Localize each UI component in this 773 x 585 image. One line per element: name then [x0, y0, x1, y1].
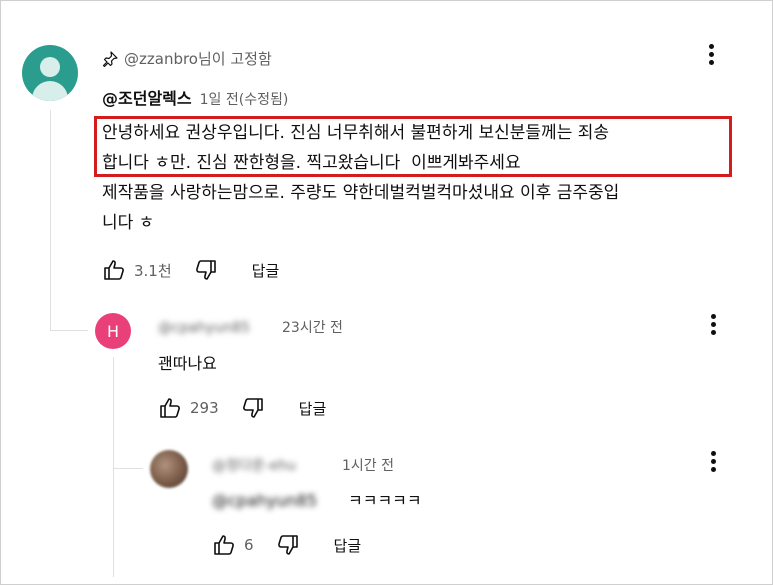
comment-header: @조던알렉스 1일 전(수정됨) [102, 85, 288, 109]
reply-author[interactable]: @cpahyun85 [158, 320, 282, 336]
comment-line-4: 니다 ㅎ [102, 213, 155, 233]
reply-header: @정다운-ehu 1시간 전 [212, 455, 394, 475]
like-button[interactable] [102, 258, 126, 282]
reply-actions: 293 답글 [158, 396, 326, 420]
reply-mention[interactable]: @cpahyun85 [212, 491, 342, 510]
more-actions-button[interactable] [708, 314, 718, 335]
reply-button[interactable]: 답글 [334, 535, 362, 556]
pinned-by-text: @zzanbro님이 고정함 [124, 50, 272, 68]
reply-actions: 6 답글 [212, 533, 361, 557]
reply-button[interactable]: 답글 [252, 260, 280, 281]
like-count: 293 [190, 399, 219, 417]
avatar-letter: H [106, 321, 120, 341]
thumbs-up-icon [214, 535, 234, 555]
dislike-button[interactable] [241, 396, 265, 420]
reply-author[interactable]: @정다운-ehu [212, 455, 342, 475]
thumbs-down-icon [195, 260, 216, 280]
pinned-label: @zzanbro님이 고정함 [102, 48, 272, 69]
like-button[interactable] [158, 396, 182, 420]
reply-header: @cpahyun85 23시간 전 [158, 317, 343, 337]
like-count: 3.1천 [134, 261, 172, 280]
pin-icon [102, 50, 118, 67]
reply-text: ㅋㅋㅋㅋㅋ [348, 491, 422, 510]
kebab-icon [708, 451, 718, 472]
dislike-button[interactable] [276, 533, 300, 557]
reply-timestamp[interactable]: 23시간 전 [282, 317, 343, 337]
avatar[interactable] [22, 45, 78, 101]
comment-line-3: 제작품을 사랑하는맘으로. 주량도 약한데벌컥벌컥마셨내요 이후 금주중입 [102, 183, 620, 203]
comment-timestamp[interactable]: 1일 전(수정됨) [200, 89, 289, 109]
thread-connector-2 [113, 468, 143, 469]
kebab-icon [706, 44, 716, 65]
comment-actions: 3.1천 답글 [102, 258, 279, 282]
avatar[interactable] [150, 450, 188, 488]
avatar[interactable]: H [95, 313, 131, 349]
reply-body: @cpahyun85 ㅋㅋㅋㅋㅋ [212, 487, 422, 511]
more-actions-button[interactable] [708, 451, 718, 472]
comment-author[interactable]: @조던알렉스 [102, 85, 192, 109]
like-button[interactable] [212, 533, 236, 557]
like-count: 6 [244, 536, 254, 554]
highlight-annotation-box [94, 116, 732, 177]
thumbs-up-icon [104, 260, 124, 280]
thumbs-up-icon [160, 398, 180, 418]
thumbs-down-icon [242, 398, 263, 418]
reply-button[interactable]: 답글 [299, 398, 327, 419]
thread-connector-1 [50, 330, 88, 331]
kebab-icon [708, 314, 718, 335]
thread-line-main [50, 110, 51, 330]
dislike-button[interactable] [194, 258, 218, 282]
thread-line-reply [113, 357, 114, 577]
thumbs-down-icon [277, 535, 298, 555]
reply-timestamp[interactable]: 1시간 전 [342, 455, 394, 475]
more-actions-button[interactable] [706, 44, 716, 65]
reply-body: 괜따나요 [158, 354, 217, 373]
